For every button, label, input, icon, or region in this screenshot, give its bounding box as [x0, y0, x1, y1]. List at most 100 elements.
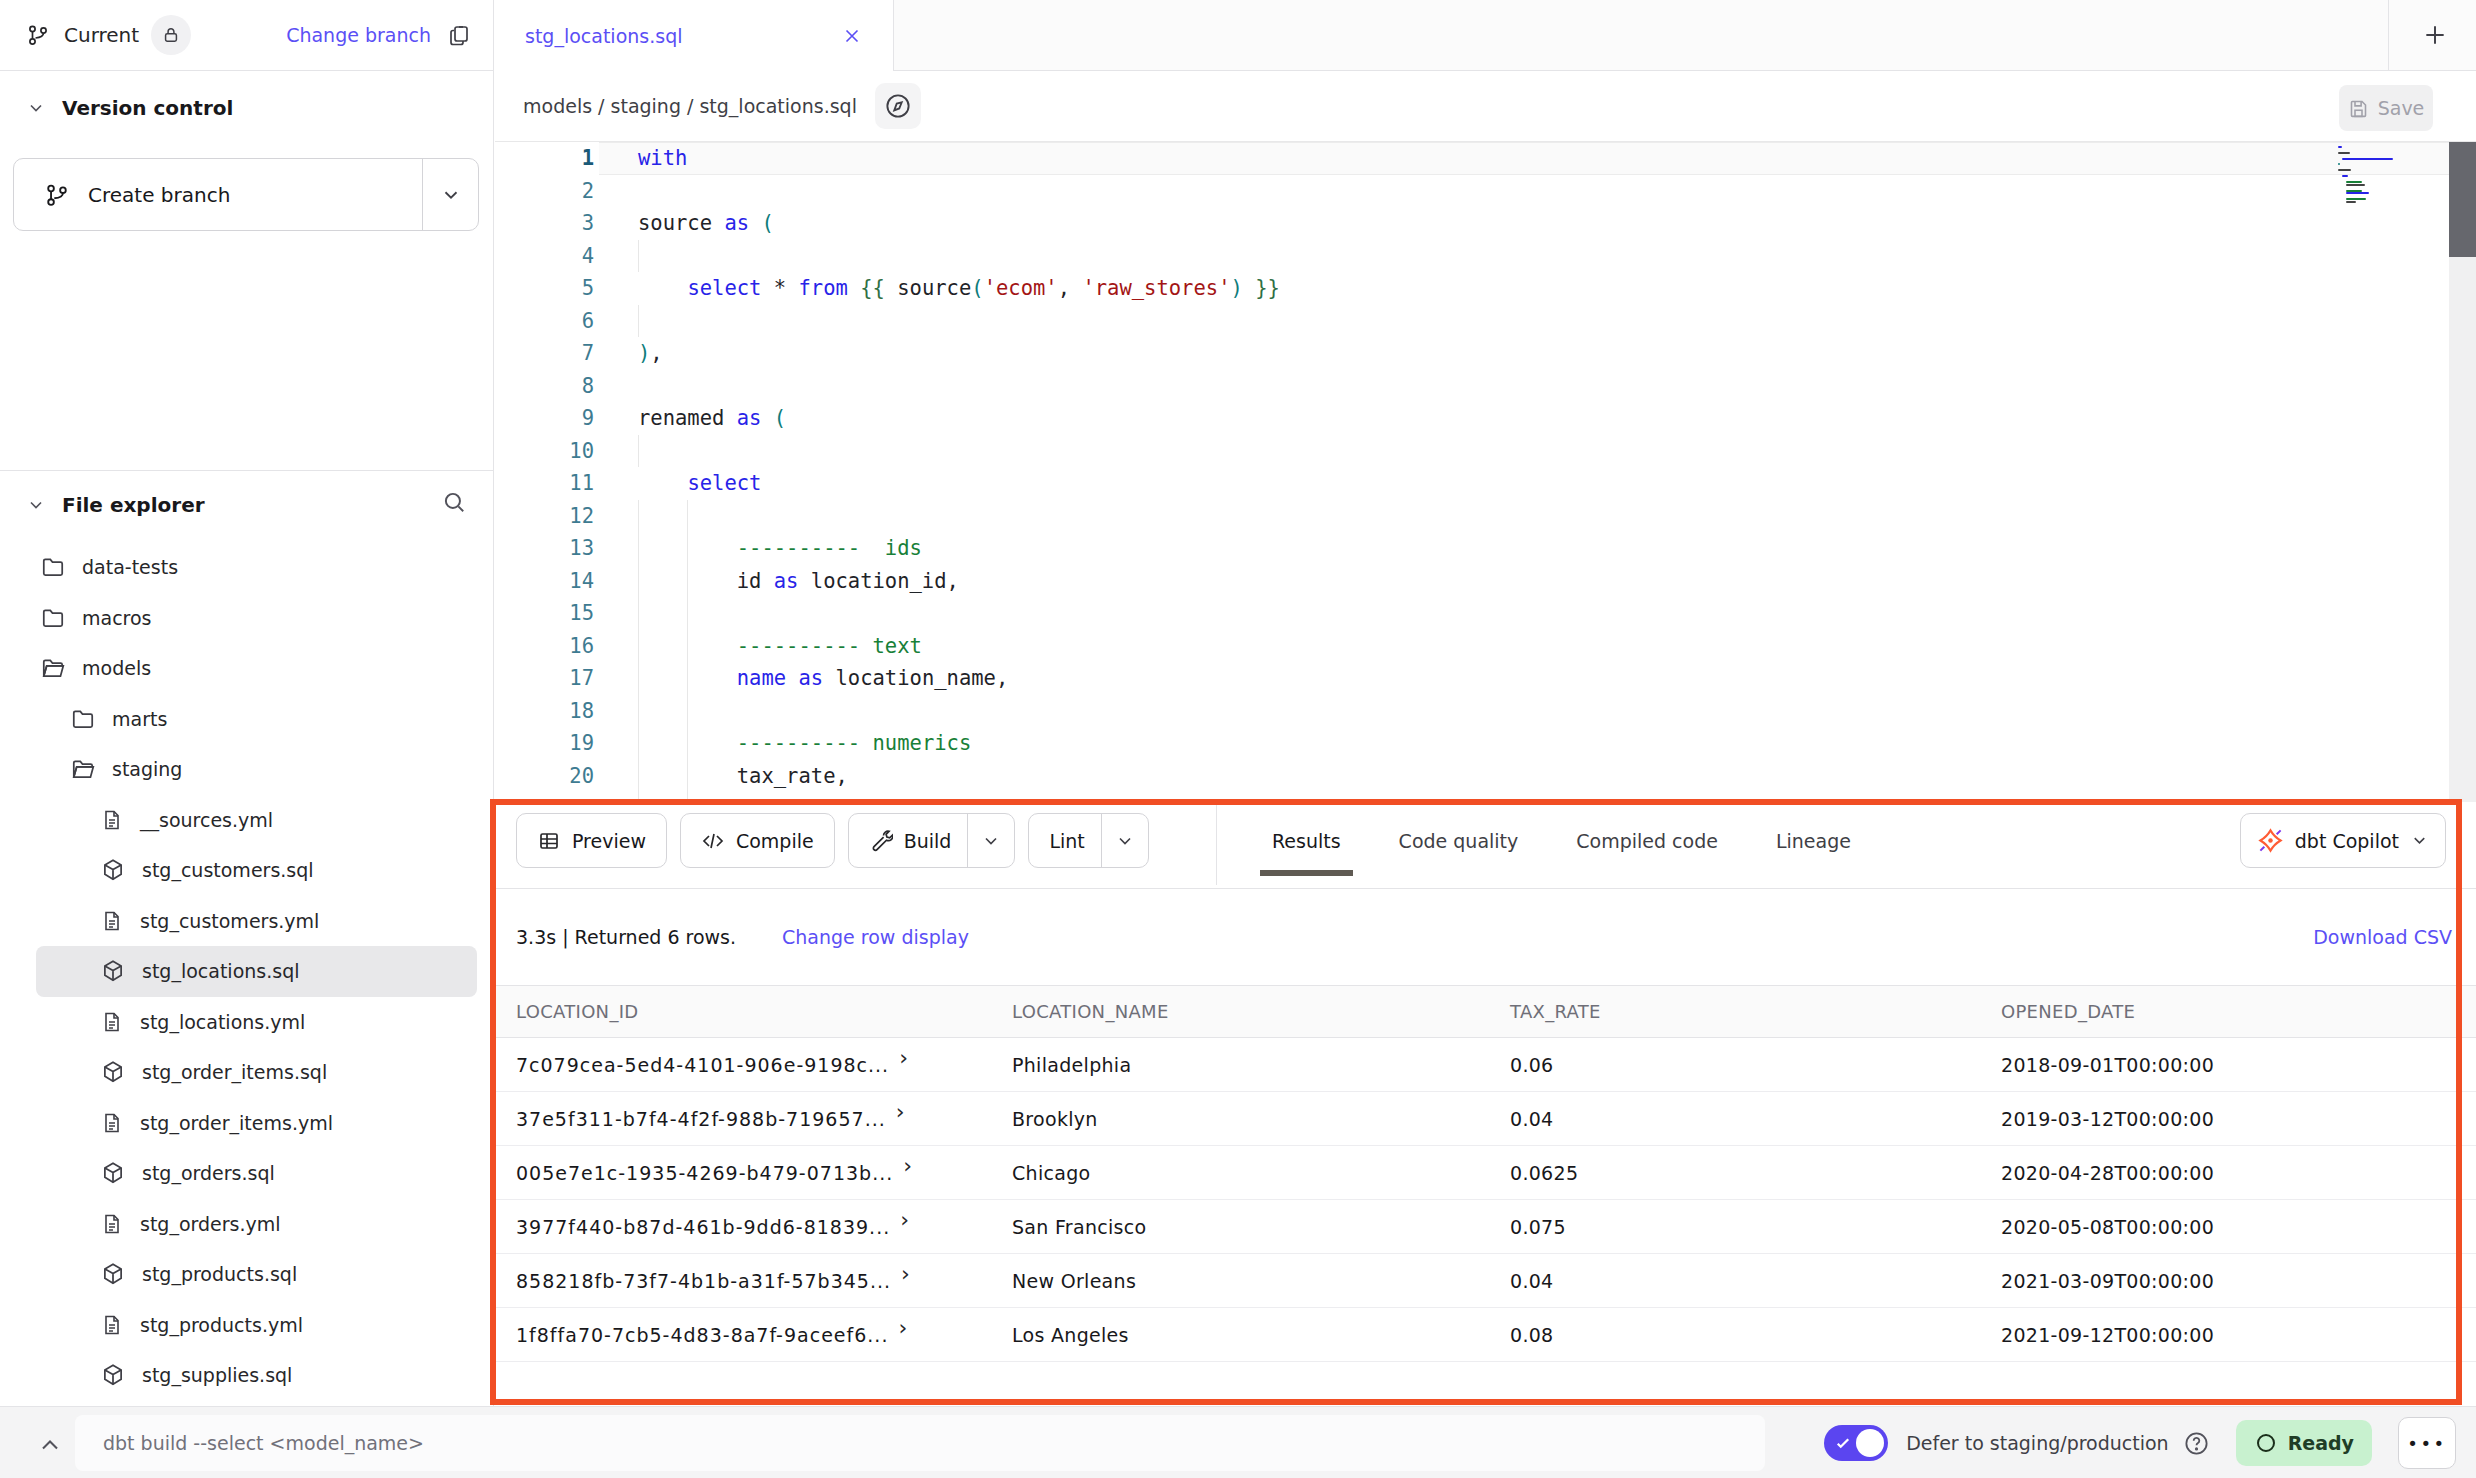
panel-tab-compiled-code[interactable]: Compiled code: [1564, 813, 1730, 868]
code-line[interactable]: 21: [495, 792, 2476, 802]
search-icon[interactable]: [441, 489, 467, 515]
help-icon[interactable]: [2183, 1430, 2210, 1457]
file-tree-item[interactable]: macros: [36, 593, 477, 644]
defer-toggle[interactable]: [1824, 1425, 1888, 1461]
code-line[interactable]: 7),: [495, 337, 2476, 370]
file-tree-item[interactable]: stg_orders.yml: [36, 1199, 477, 1250]
code-line[interactable]: 11 select: [495, 467, 2476, 500]
tab-close-icon[interactable]: [841, 25, 863, 47]
change-branch-link[interactable]: Change branch: [286, 24, 431, 46]
new-tab-button[interactable]: [2422, 22, 2448, 48]
code-line[interactable]: 12: [495, 500, 2476, 533]
code-line[interactable]: 14 id as location_id,: [495, 565, 2476, 598]
file-tree-item[interactable]: stg_order_items.sql: [36, 1047, 477, 1098]
file-name: stg_locations.yml: [140, 1011, 305, 1033]
code-line[interactable]: 8: [495, 370, 2476, 403]
line-number: 17: [495, 662, 594, 695]
file-tree-item[interactable]: stg_order_items.yml: [36, 1098, 477, 1149]
code-line[interactable]: 15: [495, 597, 2476, 630]
chevron-up-icon[interactable]: [36, 1431, 64, 1459]
code-line[interactable]: 19 ---------- numerics: [495, 727, 2476, 760]
create-branch-button[interactable]: Create branch: [13, 158, 479, 231]
code-text: tax_rate,: [638, 760, 848, 793]
indent-guide: [638, 435, 639, 468]
file-tree-item[interactable]: stg_locations.yml: [36, 997, 477, 1048]
code-line[interactable]: 5 select * from {{ source('ecom', 'raw_s…: [495, 272, 2476, 305]
version-control-header[interactable]: Version control: [0, 71, 493, 145]
build-dropdown[interactable]: [968, 814, 1014, 867]
column-header[interactable]: TAX_RATE: [1510, 1001, 2001, 1022]
status-badge[interactable]: Ready: [2236, 1420, 2372, 1466]
build-button[interactable]: Build: [849, 814, 969, 867]
lint-button[interactable]: Lint: [1029, 814, 1101, 867]
code-line[interactable]: 2: [495, 175, 2476, 208]
file-tree-item[interactable]: stg_customers.sql: [36, 845, 477, 896]
file-tree-item[interactable]: models: [36, 643, 477, 694]
panel-tab-code-quality[interactable]: Code quality: [1387, 813, 1531, 868]
column-header[interactable]: OPENED_DATE: [2001, 1001, 2476, 1022]
code-line[interactable]: 13 ---------- ids: [495, 532, 2476, 565]
file-tree-item[interactable]: data-tests: [36, 542, 477, 593]
minimap-line: [2338, 169, 2351, 171]
file-name: models: [82, 657, 151, 679]
code-editor[interactable]: 1with23source as (45 select * from {{ so…: [495, 142, 2476, 802]
create-branch-dropdown[interactable]: [423, 159, 478, 230]
file-tree-item[interactable]: stg_products.sql: [36, 1249, 477, 1300]
file-tree-item[interactable]: stg_supplies.sql: [36, 1350, 477, 1401]
chevron-down-icon: [2410, 831, 2429, 850]
file-name: stg_products.sql: [142, 1263, 297, 1285]
save-button[interactable]: Save: [2339, 85, 2433, 131]
expand-row-icon[interactable]: ›: [901, 1261, 910, 1286]
expand-row-icon[interactable]: ›: [896, 1099, 905, 1124]
code-line[interactable]: 20 tax_rate,: [495, 760, 2476, 793]
file-tree-item[interactable]: stg_orders.sql: [36, 1148, 477, 1199]
code-line[interactable]: 16 ---------- text: [495, 630, 2476, 663]
code-line[interactable]: 3source as (: [495, 207, 2476, 240]
expand-row-icon[interactable]: ›: [903, 1153, 912, 1178]
table-row[interactable]: 858218fb-73f7-4b1b-a31f-57b345...›New Or…: [495, 1254, 2476, 1308]
file-tree-item[interactable]: __sources.yml: [36, 795, 477, 846]
code-line[interactable]: 18: [495, 695, 2476, 728]
file-tree-item[interactable]: staging: [36, 744, 477, 795]
preview-button[interactable]: Preview: [516, 813, 667, 868]
expand-row-icon[interactable]: ›: [900, 1207, 909, 1232]
create-branch-main[interactable]: Create branch: [14, 159, 423, 230]
file-explorer-header[interactable]: File explorer: [0, 471, 493, 539]
code-line[interactable]: 9renamed as (: [495, 402, 2476, 435]
column-header[interactable]: LOCATION_NAME: [1012, 1001, 1510, 1022]
code-line[interactable]: 4: [495, 240, 2476, 273]
table-row[interactable]: 1f8ffa70-7cb5-4d83-8a7f-9aceef6...›Los A…: [495, 1308, 2476, 1362]
table-row[interactable]: 3977f440-b87d-461b-9dd6-81839...›San Fra…: [495, 1200, 2476, 1254]
file-tree-item[interactable]: stg_products.yml: [36, 1300, 477, 1351]
lint-dropdown[interactable]: [1102, 814, 1148, 867]
compile-button[interactable]: Compile: [680, 813, 835, 868]
open-docs-button[interactable]: [875, 83, 921, 129]
editor-scrollbar[interactable]: [2449, 142, 2476, 802]
panel-tab-lineage[interactable]: Lineage: [1764, 813, 1863, 868]
code-line[interactable]: 6: [495, 305, 2476, 338]
line-number: 1: [495, 142, 594, 175]
more-options-button[interactable]: •••: [2398, 1417, 2456, 1469]
command-input[interactable]: dbt build --select <model_name>: [75, 1415, 1765, 1471]
code-line[interactable]: 1with: [495, 142, 2476, 175]
column-header[interactable]: LOCATION_ID: [516, 1001, 1012, 1022]
change-row-display-link[interactable]: Change row display: [782, 926, 969, 948]
file-tree-item[interactable]: stg_customers.yml: [36, 896, 477, 947]
tabbar-divider: [2388, 0, 2389, 70]
tab-stg-locations-sql[interactable]: stg_locations.sql: [495, 0, 894, 72]
code-line[interactable]: 17 name as location_name,: [495, 662, 2476, 695]
table-row[interactable]: 37e5f311-b7f4-4f2f-988b-719657...›Brookl…: [495, 1092, 2476, 1146]
cell-text: 3977f440-b87d-461b-9dd6-81839...: [516, 1216, 890, 1238]
dbt-copilot-button[interactable]: dbt Copilot: [2240, 813, 2446, 868]
file-tree-item[interactable]: stg_locations.sql: [36, 946, 477, 997]
download-csv-link[interactable]: Download CSV: [2313, 926, 2452, 948]
table-row[interactable]: 005e7e1c-1935-4269-b479-0713b...›Chicago…: [495, 1146, 2476, 1200]
expand-row-icon[interactable]: ›: [899, 1045, 908, 1070]
table-row[interactable]: 7c079cea-5ed4-4101-906e-9198c...›Philade…: [495, 1038, 2476, 1092]
copy-icon[interactable]: [447, 23, 471, 47]
panel-tab-results[interactable]: Results: [1260, 813, 1353, 868]
file-tree-item[interactable]: marts: [36, 694, 477, 745]
scrollbar-thumb[interactable]: [2449, 142, 2476, 257]
code-line[interactable]: 10: [495, 435, 2476, 468]
expand-row-icon[interactable]: ›: [898, 1315, 907, 1340]
